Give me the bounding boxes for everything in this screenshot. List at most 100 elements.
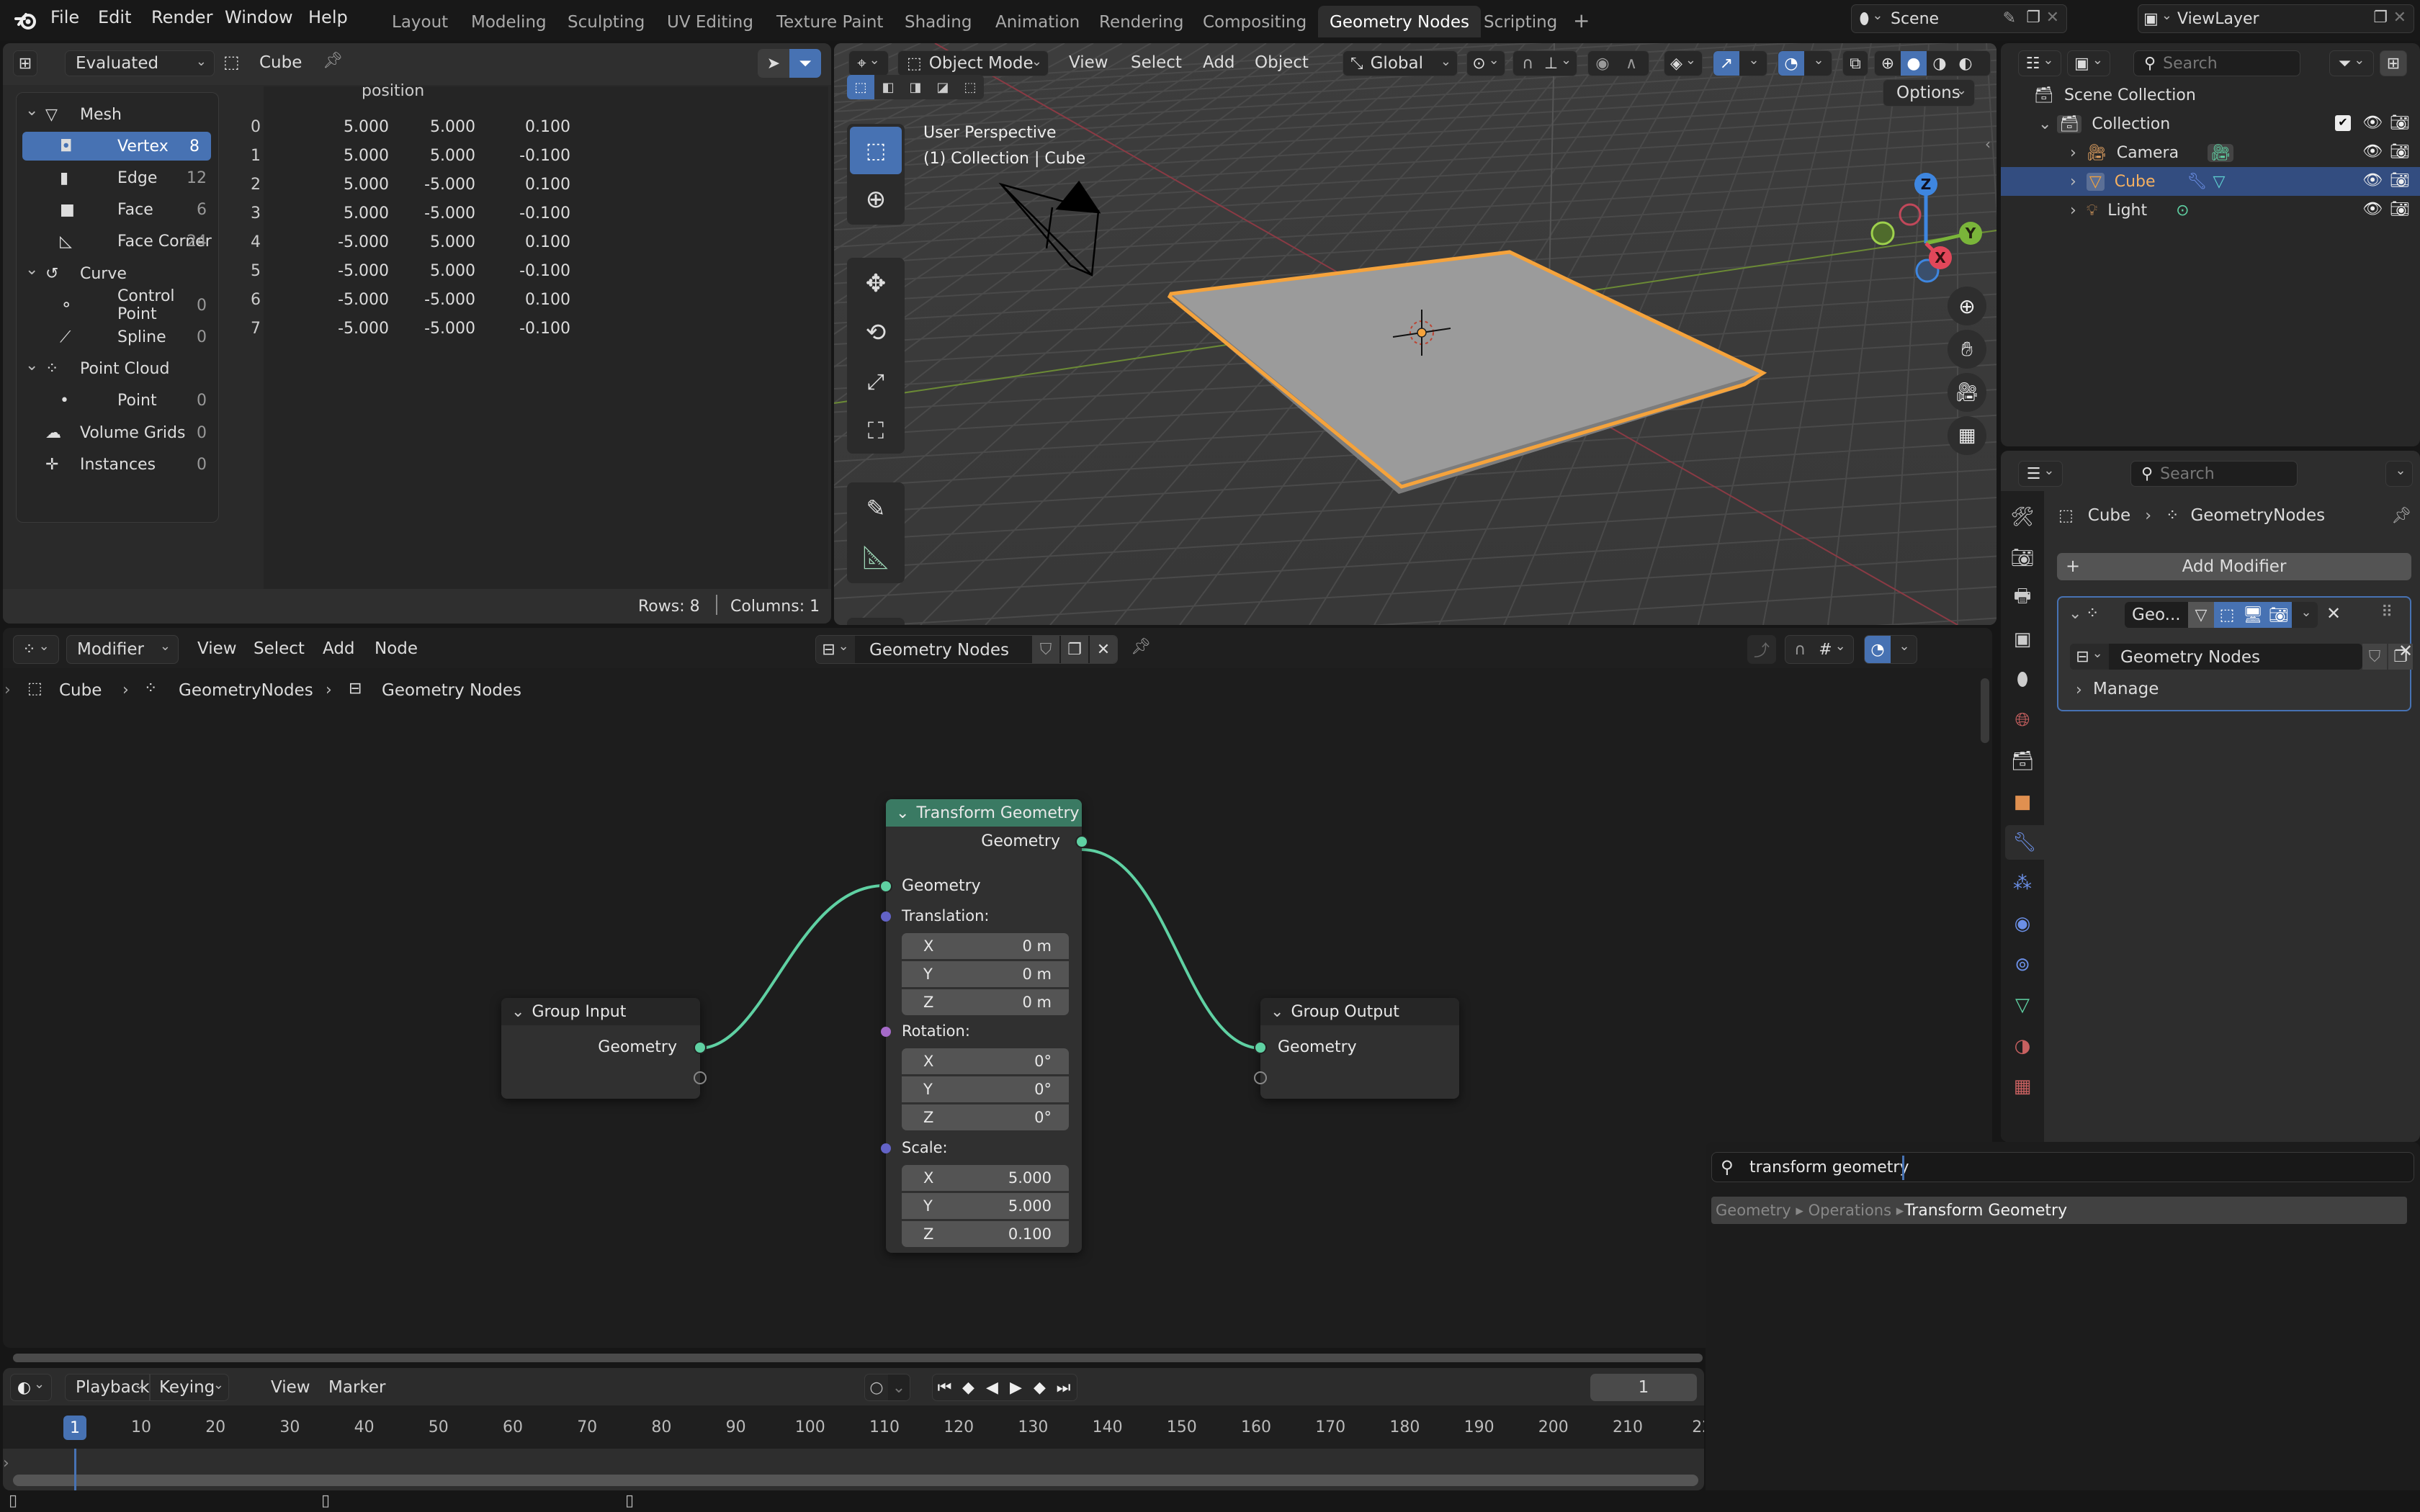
exclude-checkbox[interactable]: ✔ (2335, 115, 2351, 131)
render-camera-icon[interactable]: 📷︎ (2390, 171, 2410, 189)
add-modifier-button[interactable]: + Add Modifier (2057, 553, 2411, 580)
translation-x-field[interactable]: X 0 m (902, 933, 1069, 959)
dataset-item-curve[interactable]: ⌄ ↺ Curve (17, 259, 218, 288)
edit-mode-toggle-icon[interactable]: ▽ (2188, 602, 2214, 628)
scale-z-field[interactable]: Z 0.100 (902, 1221, 1069, 1247)
dataset-item-edge[interactable]: ▮ Edge 12 (17, 163, 218, 192)
node-group-output[interactable]: ⌄ Group Output Geometry (1254, 998, 1459, 1099)
dataset-item-face[interactable]: ■ Face 6 (17, 196, 218, 225)
dataset-item-mesh[interactable]: ⌄ ▽ Mesh (17, 100, 218, 129)
outliner-item-cube[interactable]: › ▽ Cube 🔧︎ ▽ 👁︎ 📷︎ (2001, 167, 2420, 196)
node-header[interactable]: ⌄ Transform Geometry (886, 799, 1082, 827)
properties-tab-object-icon[interactable]: ■ (2005, 785, 2040, 819)
empty-input-socket[interactable] (1254, 1071, 1267, 1084)
remove-modifier-icon[interactable]: ✕ (2326, 603, 2341, 624)
translation-y-field[interactable]: Y 0 m (902, 961, 1069, 987)
geometry-input-socket[interactable] (879, 880, 892, 893)
collapse-chevron-icon[interactable]: ⌄ (896, 804, 909, 822)
options-dropdown[interactable]: Options (1883, 79, 1975, 107)
outliner-item-light[interactable]: › 💡︎ Light ⊙ 👁︎ 📷︎ (2001, 196, 2420, 225)
translation-z-field[interactable]: Z 0 m (902, 989, 1069, 1015)
new-collection-button[interactable]: ⊞ (2380, 50, 2407, 76)
select-new-icon[interactable]: ⬚ (847, 75, 874, 99)
menu-window[interactable]: Window (225, 7, 293, 27)
properties-tab-collection-icon[interactable]: 🗃︎ (2005, 744, 2040, 778)
collapse-chevron-icon[interactable]: ⌄ (25, 356, 38, 374)
chevron-right-icon[interactable]: › (2070, 173, 2076, 191)
properties-tab-output-icon[interactable]: 🖶︎ (2005, 581, 2040, 616)
filter-icon[interactable]: ⏷ (789, 49, 821, 78)
menu-view[interactable]: View (1069, 53, 1108, 72)
geometry-input-socket[interactable] (1254, 1041, 1267, 1054)
link-input-to-transform[interactable] (698, 884, 885, 1050)
viewport-display-toggle-icon[interactable]: 🖥︎ (2240, 602, 2266, 628)
tab-layout[interactable]: Layout (382, 10, 458, 35)
navigation-gizmo[interactable]: Z Y X (1864, 166, 1994, 295)
modifier-extras-dropdown[interactable] (2292, 602, 2318, 628)
render-toggle-icon[interactable]: 📷︎ (2266, 602, 2292, 628)
tab-texture-paint[interactable]: Texture Paint (766, 10, 893, 35)
duplicate-icon[interactable]: ❐ (2373, 9, 2388, 27)
collapse-chevron-icon[interactable]: ⌄ (25, 261, 38, 279)
add-cube-tool-icon[interactable]: ⧈ (850, 621, 902, 625)
properties-tab-constraints-icon[interactable]: ⊚ (2005, 948, 2040, 982)
chevron-right-icon[interactable]: › (2070, 144, 2076, 162)
camera-view-icon[interactable]: 🎥︎ (1948, 373, 1986, 412)
render-camera-icon[interactable]: 📷︎ (2390, 143, 2410, 161)
translation-input-socket[interactable] (881, 912, 891, 922)
solid-shading-icon[interactable]: ● (1901, 51, 1927, 76)
select-subtract-icon[interactable]: ◨ (902, 75, 929, 99)
menu-file[interactable]: File (50, 7, 79, 27)
overlay-toggle[interactable]: ◔ (1778, 50, 1832, 76)
link-transform-to-output[interactable] (1081, 848, 1263, 1050)
node-group-input[interactable]: ⌄ Group Input Geometry (501, 998, 707, 1099)
blender-logo-icon[interactable] (14, 9, 37, 32)
select-box-tool-icon[interactable]: ⬚ (850, 127, 902, 174)
annotate-tool-icon[interactable]: ✎ (850, 485, 902, 531)
xray-toggle[interactable]: ⧉ (1842, 50, 1868, 76)
modifier-wrench-icon[interactable]: 🔧︎ (2187, 173, 2208, 191)
camera-data-icon[interactable]: 🎥︎ (2208, 143, 2234, 162)
editor-type-button[interactable]: ◐ (10, 1374, 52, 1401)
collapse-chevron-icon[interactable]: ⌄ (1270, 1003, 1283, 1021)
eye-icon[interactable]: 👁︎ (2362, 200, 2383, 218)
play-icon[interactable]: ▶ (1004, 1379, 1028, 1397)
proportional-editing-toggle[interactable]: ◉ ∧ (1587, 50, 1649, 76)
pan-hand-icon[interactable]: ✋︎ (1948, 330, 1986, 369)
empty-output-socket[interactable] (694, 1071, 707, 1084)
keyframe-area[interactable] (3, 1449, 1704, 1490)
light-data-icon[interactable]: ⊙ (2176, 202, 2189, 220)
menu-select[interactable]: Select (1131, 53, 1182, 72)
move-tool-icon[interactable]: ✥ (850, 261, 902, 307)
properties-tab-modifiers-icon[interactable]: 🔧︎ (2005, 825, 2044, 860)
on-cage-toggle-icon[interactable]: ⬚ (2214, 602, 2240, 628)
current-frame-field[interactable]: 1 (1590, 1374, 1697, 1401)
zoom-icon[interactable]: ⊕ (1948, 287, 1986, 325)
tab-sculpting[interactable]: Sculpting (557, 10, 655, 35)
scale-y-field[interactable]: Y 5.000 (902, 1193, 1069, 1219)
keying-dropdown[interactable]: Keying (150, 1374, 229, 1401)
dataset-item-control-point[interactable]: ⚬ Control Point 0 (17, 287, 218, 323)
tab-modeling[interactable]: Modeling (461, 10, 557, 35)
tab-shading[interactable]: Shading (895, 10, 982, 35)
menu-edit[interactable]: Edit (98, 7, 131, 27)
menu-help[interactable]: Help (308, 7, 348, 27)
modifier-name-input[interactable]: Geo... (2125, 602, 2188, 628)
properties-search-input[interactable]: ⚲ Search (2130, 461, 2298, 487)
cursor-tool-icon[interactable]: ⊕ (850, 176, 902, 223)
tab-scripting[interactable]: Scripting (1474, 10, 1567, 35)
pin-icon[interactable]: 📌︎ (2391, 507, 2411, 525)
playhead-frame[interactable]: 1 (63, 1416, 86, 1440)
tab-geometry-nodes[interactable]: Geometry Nodes (1318, 6, 1482, 37)
properties-tab-tool-icon[interactable]: 🛠︎ (2005, 500, 2040, 534)
rotate-tool-icon[interactable]: ⟲ (850, 310, 902, 356)
frame-range-bar[interactable] (13, 1475, 1698, 1486)
display-mode-dropdown[interactable]: ▣ (2067, 50, 2110, 76)
node-search-input[interactable]: ⚲ transform geometry (1711, 1152, 2414, 1182)
scale-tool-icon[interactable]: ⤢ (850, 359, 902, 405)
close-icon[interactable]: ✕ (2393, 9, 2406, 27)
dataset-item-point-cloud[interactable]: ⌄ ⁘ Point Cloud (17, 355, 218, 384)
gizmo-toggle[interactable]: ↗ (1713, 50, 1767, 76)
pin-icon[interactable]: 📌︎ (323, 52, 343, 70)
node-transform-geometry[interactable]: ⌄ Transform Geometry Geometry Geometry T… (879, 799, 1088, 1253)
